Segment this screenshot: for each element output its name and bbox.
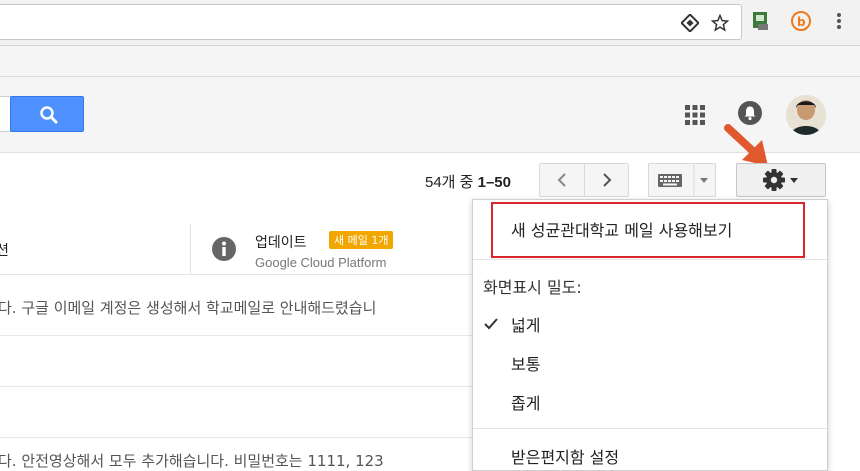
avatar[interactable]	[786, 95, 826, 135]
menu-item-density-comfortable[interactable]: 넓게	[511, 312, 540, 336]
menu-item-density-cozy[interactable]: 보통	[511, 351, 540, 375]
apps-grid-icon[interactable]	[684, 104, 706, 126]
tab-divider	[190, 224, 191, 274]
new-mail-badge: 새 메일 1개	[329, 231, 394, 249]
menu-divider	[473, 428, 827, 429]
menu-item-try-new-mail[interactable]: 새 성균관대학교 메일 사용해보기	[511, 217, 732, 241]
gear-icon	[763, 169, 798, 191]
bookmarks-bar	[0, 46, 860, 77]
tab-updates-sender: Google Cloud Platform	[255, 255, 387, 270]
browser-menu-icon[interactable]	[828, 10, 850, 32]
keyboard-icon	[658, 165, 708, 195]
address-bar[interactable]	[0, 4, 742, 40]
info-icon	[212, 237, 236, 261]
extension-icon[interactable]	[750, 10, 772, 32]
mail-snippet: 다. 구글 이메일 계정은 생성해서 학교메일로 안내해드렸습니	[0, 299, 377, 317]
extension-b-icon[interactable]: b	[790, 10, 812, 32]
tab-social-label[interactable]: 션	[0, 240, 9, 260]
menu-item-density-compact[interactable]: 좁게	[511, 390, 540, 414]
chevron-right-icon	[603, 173, 612, 187]
settings-menu: 새 성균관대학교 메일 사용해보기 화면표시 밀도: 넓게 보통 좁게 받은편지…	[472, 199, 828, 471]
notifications-bell-icon[interactable]	[738, 101, 762, 125]
settings-button[interactable]	[736, 163, 826, 197]
pagination-nav	[539, 163, 629, 197]
mail-snippet: 다. 안전영상해서 모두 추가해습니다. 비밀번호는 1111, 123	[0, 452, 384, 470]
translate-icon[interactable]	[681, 14, 699, 32]
newer-button[interactable]	[540, 164, 585, 196]
menu-item-inbox-settings[interactable]: 받은편지함 설정	[511, 444, 619, 468]
search-button[interactable]	[10, 96, 84, 132]
browser-toolbar: b	[0, 0, 860, 46]
tab-updates[interactable]: 업데이트	[255, 232, 307, 252]
right-panel	[826, 210, 860, 459]
conversation-count: 54개 중 1–50	[425, 174, 511, 191]
chevron-left-icon	[557, 173, 566, 187]
star-icon[interactable]	[711, 14, 729, 32]
menu-divider	[473, 259, 827, 260]
profile-photo	[786, 95, 826, 135]
older-button[interactable]	[585, 164, 629, 196]
svg-text:b: b	[797, 15, 806, 29]
density-heading: 화면표시 밀도:	[483, 278, 582, 297]
input-tools-button[interactable]	[648, 163, 716, 197]
search-icon	[40, 106, 58, 124]
check-icon	[484, 318, 498, 330]
